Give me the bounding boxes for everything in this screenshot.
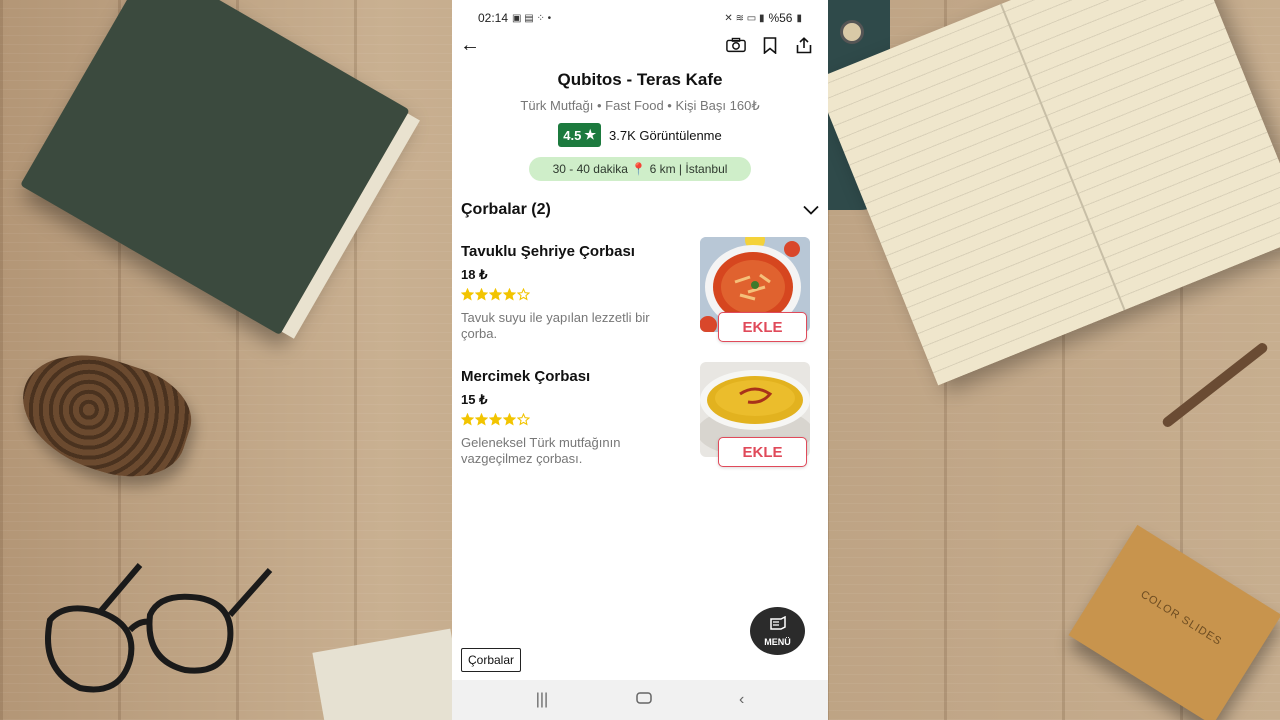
camera-icon[interactable] xyxy=(726,36,746,54)
chevron-down-icon[interactable] xyxy=(803,205,819,215)
background-pinecone xyxy=(7,336,203,494)
star-filled-icon xyxy=(475,413,488,426)
back-icon[interactable]: ‹ xyxy=(739,691,744,709)
signal-icons: ✕ ≋ ▭ ▮ xyxy=(724,12,765,24)
home-icon[interactable] xyxy=(635,691,652,709)
section-title: Çorbalar (2) xyxy=(461,201,551,218)
star-filled-icon xyxy=(489,413,502,426)
share-icon[interactable] xyxy=(794,36,814,54)
star-filled-icon xyxy=(461,413,474,426)
star-empty-icon xyxy=(517,413,530,426)
rating-badge: 4.5 ★ xyxy=(558,123,601,147)
menu-item[interactable]: Mercimek Çorbası 15 ₺ Geleneksel Türk mu… xyxy=(452,362,828,487)
background-slide-box: COLOR SLIDES xyxy=(1068,524,1280,720)
battery-level: %56 xyxy=(768,11,793,25)
item-description: Tavuk suyu ile yapılan lezzetli bir çorb… xyxy=(461,310,650,341)
rating-value: 4.5 xyxy=(563,127,582,143)
item-description: Geleneksel Türk mutfağının vazgeçilmez ç… xyxy=(461,435,621,466)
add-button[interactable]: EKLE xyxy=(718,312,807,342)
menu-item[interactable]: Tavuklu Şehriye Çorbası 18 ₺ Tavuk suyu … xyxy=(452,237,828,362)
restaurant-name: Qubitos - Teras Kafe xyxy=(557,70,723,89)
bookmark-icon[interactable] xyxy=(760,36,780,54)
phone-screen: 02:14 ▣ ▤ ⁘ • ✕ ≋ ▭ ▮ %56 ▮ ← Qubitos - … xyxy=(452,0,828,720)
status-time: 02:14 xyxy=(478,11,509,25)
section-header[interactable]: Çorbalar (2) xyxy=(452,201,828,219)
restaurant-meta: Türk Mutfağı • Fast Food • Kişi Başı 160… xyxy=(520,98,760,113)
top-nav: ← xyxy=(452,35,828,55)
star-filled-icon xyxy=(489,288,502,301)
background-stick xyxy=(1160,341,1270,429)
recent-apps-icon[interactable]: ||| xyxy=(536,691,548,709)
delivery-info: 30 - 40 dakika 📍 6 km | İstanbul xyxy=(529,157,751,181)
background-notebook xyxy=(814,0,1280,386)
star-filled-icon xyxy=(503,413,516,426)
menu-book-icon xyxy=(769,615,787,635)
menu-fab-label: MENÜ xyxy=(764,636,791,647)
star-filled-icon xyxy=(503,288,516,301)
add-button[interactable]: EKLE xyxy=(718,437,807,467)
status-bar: 02:14 ▣ ▤ ⁘ • ✕ ≋ ▭ ▮ %56 ▮ xyxy=(452,0,828,36)
rating-row: 4.5 ★ 3.7K Görüntülenme xyxy=(452,123,828,147)
background-glasses xyxy=(45,563,273,693)
background-book xyxy=(20,0,420,339)
category-chip[interactable]: Çorbalar xyxy=(461,648,522,672)
star-icon: ★ xyxy=(584,127,596,142)
back-arrow-icon[interactable]: ← xyxy=(460,35,480,55)
star-filled-icon xyxy=(461,288,474,301)
star-empty-icon xyxy=(517,288,530,301)
battery-icon: ▮ xyxy=(796,12,802,24)
views-count: 3.7K Görüntülenme xyxy=(609,127,722,143)
notification-icons: ▣ ▤ ⁘ • xyxy=(512,12,552,24)
background-paper xyxy=(312,628,468,720)
star-filled-icon xyxy=(475,288,488,301)
system-nav-bar: ||| ‹ xyxy=(452,680,828,720)
menu-fab-button[interactable]: MENÜ xyxy=(750,607,805,655)
